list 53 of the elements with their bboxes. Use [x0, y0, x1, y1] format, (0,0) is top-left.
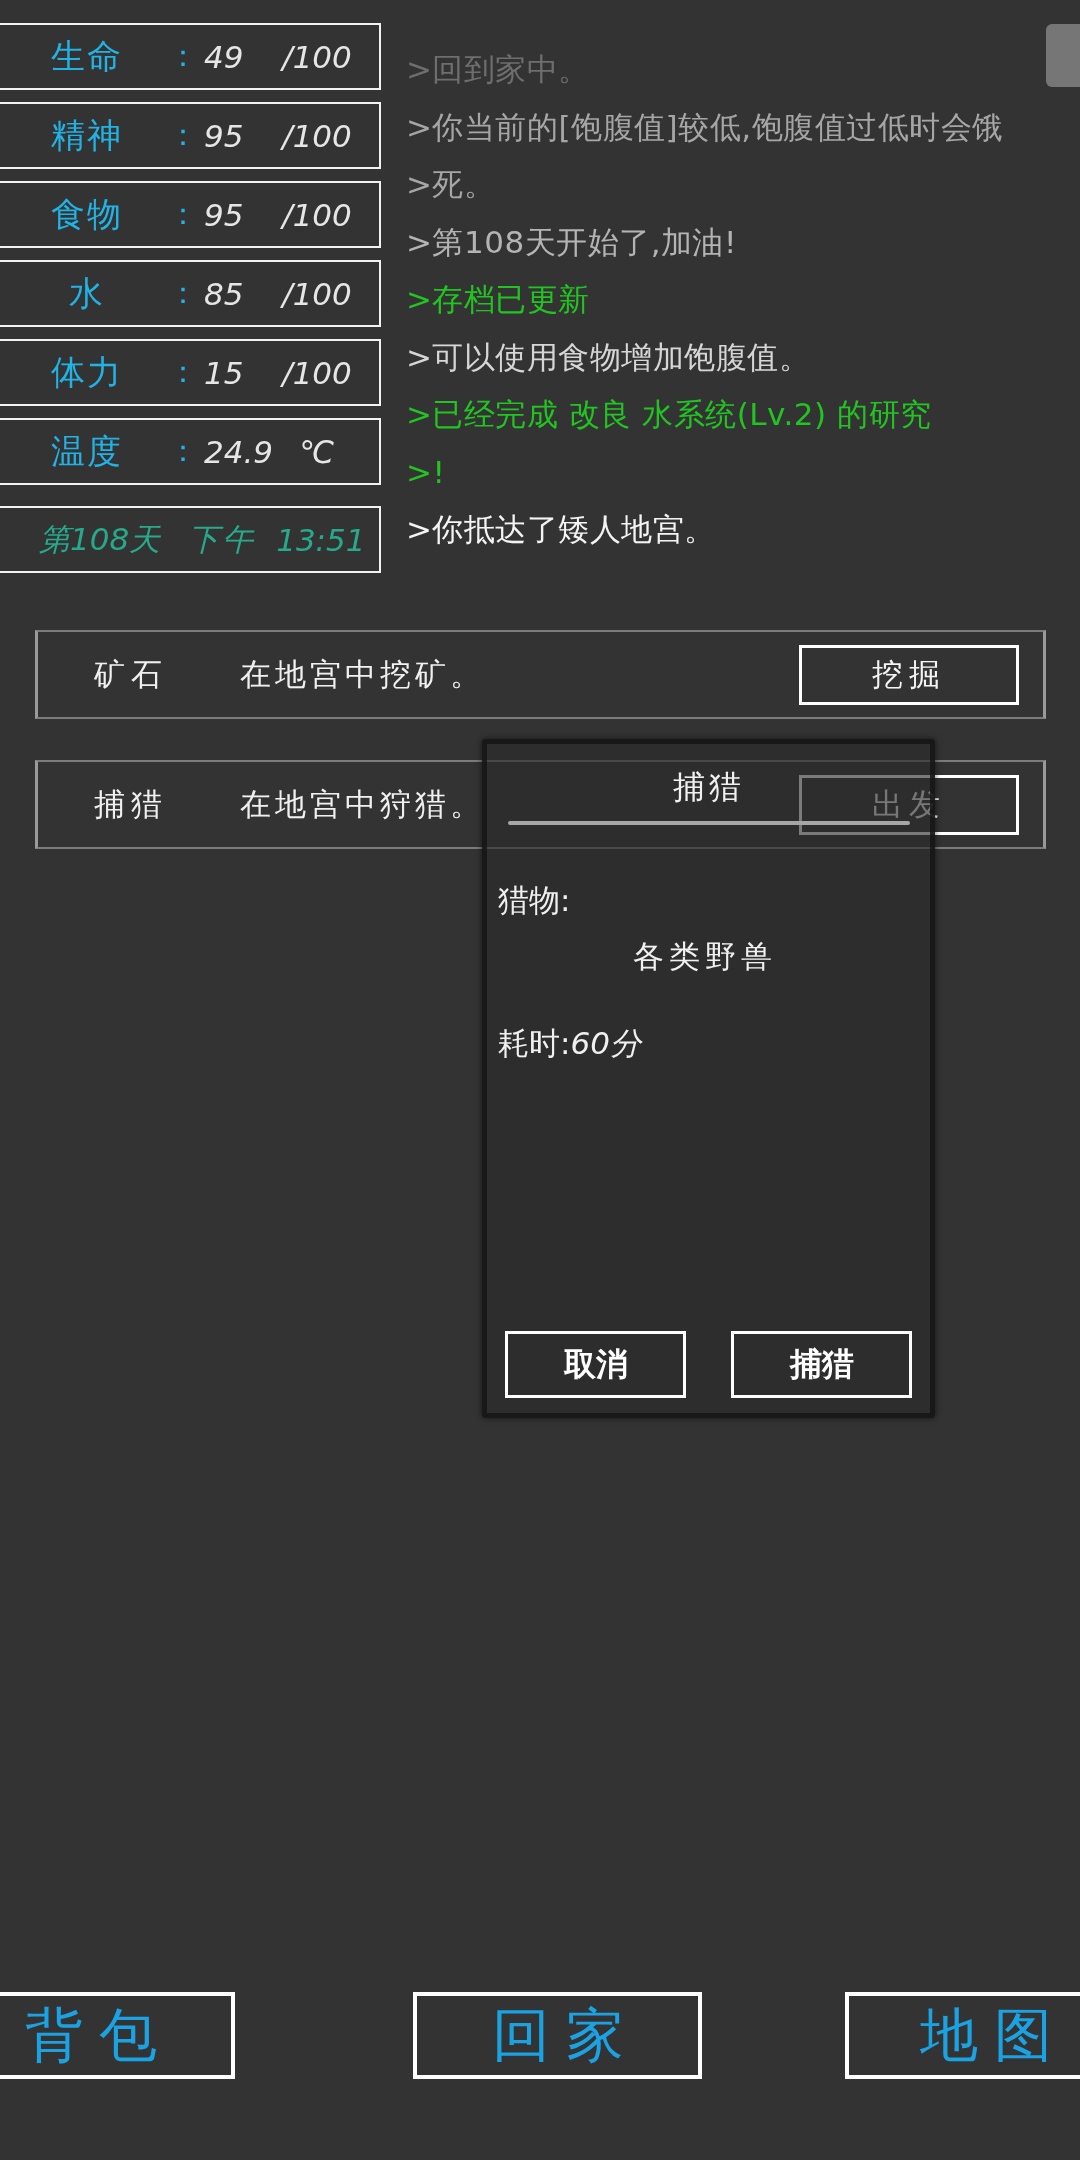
action-name: 捕猎	[94, 784, 169, 824]
log-message: >第108天开始了,加油!	[406, 222, 738, 262]
field-value: 60分	[570, 1024, 641, 1063]
log-message: >回到家中。	[406, 50, 591, 89]
time-period: 下午	[188, 519, 257, 559]
dialog-button[interactable]: 捕猎	[731, 1331, 912, 1398]
edge-button[interactable]	[1046, 24, 1080, 87]
stat-label: 食物	[50, 192, 124, 236]
stat-value: 95	[204, 196, 245, 233]
stat-label: 精神	[50, 113, 124, 157]
stat-suffix: /100	[279, 117, 353, 154]
stat-value: 49	[204, 38, 245, 75]
log-message: >可以使用食物增加饱腹值。	[406, 337, 812, 377]
stat-value: 95	[204, 117, 245, 154]
field-label: 猎物:	[498, 881, 572, 920]
log-message: >你抵达了矮人地宫。	[406, 510, 717, 549]
stat-label: 水	[68, 271, 106, 315]
stat-value: 24.9	[204, 433, 275, 470]
log-message: >存档已更新	[406, 280, 591, 319]
stat-separator: ：	[168, 37, 192, 75]
stat-separator: ：	[168, 274, 192, 312]
stat-value: 85	[204, 275, 245, 312]
stat-label: 温度	[50, 429, 124, 473]
stat-separator: ：	[168, 432, 192, 470]
log-message: >死。	[406, 165, 497, 204]
stat-value: 15	[204, 354, 245, 391]
dialog-button[interactable]: 取消	[505, 1331, 686, 1398]
nav-button[interactable]: 回家	[413, 1992, 702, 2079]
action-button[interactable]: 出发	[799, 774, 1019, 835]
stat-suffix: /100	[279, 354, 353, 391]
day-counter: 第108天	[39, 519, 161, 559]
log-message: >已经完成 改良 水系统(Lv.2) 的研究	[406, 395, 933, 434]
field-label: 耗时:	[498, 1024, 571, 1063]
dialog-title: 捕猎	[672, 767, 745, 808]
stat-suffix: /100	[279, 275, 353, 312]
log-message: >!	[406, 452, 447, 492]
stat-separator: ：	[168, 116, 192, 154]
action-button[interactable]: 挖掘	[799, 644, 1019, 705]
stat-suffix: /100	[279, 38, 353, 75]
nav-button[interactable]: 背包	[0, 1992, 235, 2079]
stat-separator: ：	[168, 353, 192, 391]
nav-button[interactable]: 地图	[845, 1992, 1080, 2079]
action-description: 在地宫中狩猎。	[240, 784, 485, 824]
field-value: 各类野兽	[633, 937, 777, 976]
action-description: 在地宫中挖矿。	[240, 654, 485, 694]
log-message: >你当前的[饱腹值]较低,饱腹值过低时会饿	[406, 107, 1004, 147]
stat-separator: ：	[168, 195, 192, 233]
stat-label: 体力	[50, 350, 124, 394]
action-name: 矿石	[94, 654, 169, 694]
stat-suffix: ℃	[298, 433, 336, 470]
clock-time: 13:51	[276, 521, 366, 558]
stat-suffix: /100	[279, 196, 353, 233]
stat-label: 生命	[50, 34, 124, 78]
